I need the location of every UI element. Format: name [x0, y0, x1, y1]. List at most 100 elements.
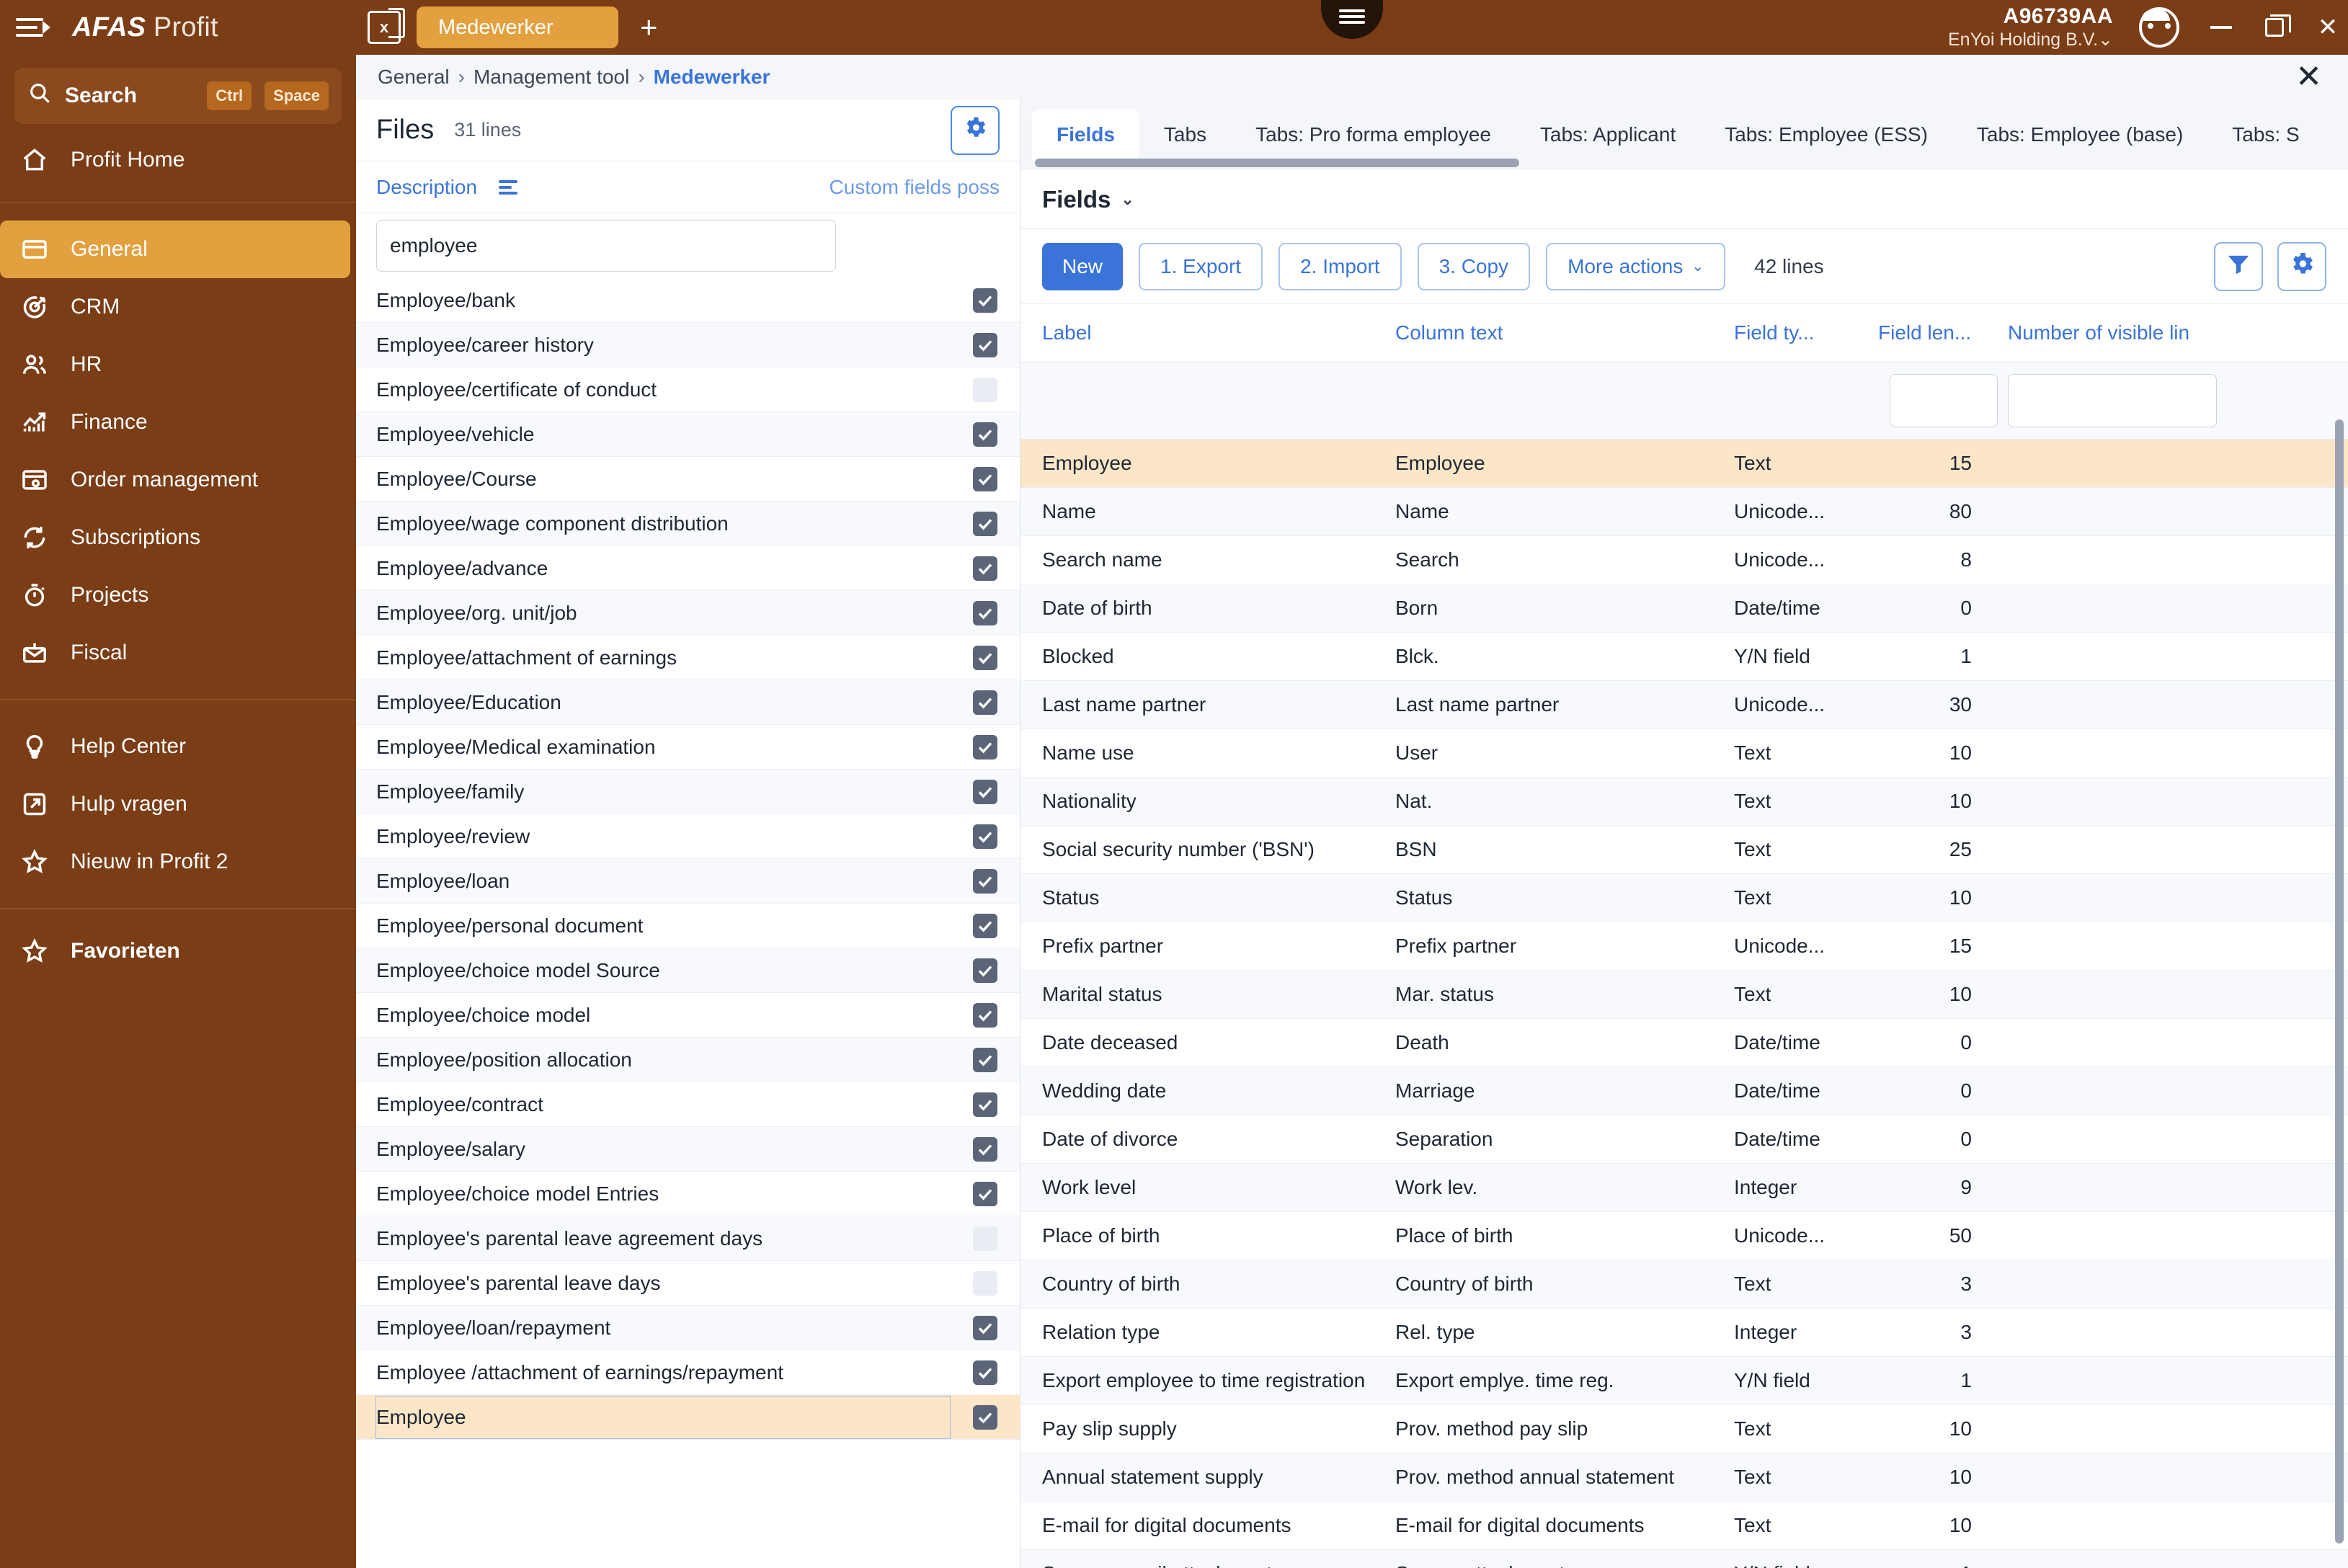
files-list-item[interactable]: Employee/choice model Entries [356, 1172, 1020, 1216]
files-list-item[interactable]: Employee/bank [356, 278, 1020, 323]
checkbox-checked-icon[interactable] [973, 332, 997, 357]
account-switcher[interactable]: A96739AA EnYoi Holding B.V.⌄ [1948, 4, 2117, 50]
export-button[interactable]: 1. Export [1139, 242, 1263, 290]
filter-button[interactable] [2214, 241, 2263, 291]
table-row[interactable]: Employee Employee Text 15 [1020, 439, 2348, 488]
breadcrumb-item-general[interactable]: General [378, 66, 450, 89]
field-length-filter-input[interactable] [1890, 374, 1998, 427]
files-list-item[interactable]: Employee/vehicle [356, 412, 1020, 457]
import-button[interactable]: 2. Import [1278, 242, 1402, 290]
checkbox-checked-icon[interactable] [973, 913, 997, 938]
sidebar-item-hr[interactable]: HR [0, 336, 356, 393]
files-list-item[interactable]: Employee/wage component distribution [356, 502, 1020, 546]
table-row[interactable]: Date of divorce Separation Date/time 0 [1020, 1115, 2348, 1164]
checkbox-checked-icon[interactable] [973, 600, 997, 625]
table-row[interactable]: Social security number ('BSN') BSN Text 25 [1020, 825, 2348, 874]
sidebar-item-subscriptions[interactable]: Subscriptions [0, 509, 356, 566]
column-header-field-type[interactable]: Field ty... [1734, 304, 1878, 362]
menu-collapse-icon[interactable] [16, 15, 50, 40]
breadcrumb-item-management-tool[interactable]: Management tool [473, 66, 629, 89]
sort-icon[interactable] [499, 179, 518, 195]
checkbox-checked-icon[interactable] [973, 734, 997, 760]
table-row[interactable]: Pay slip supply Prov. method pay slip Text… [1020, 1404, 2348, 1453]
files-list-item[interactable]: Employee/loan/repayment [356, 1306, 1020, 1350]
files-list-item[interactable]: Employee/personal document [356, 904, 1020, 948]
table-row[interactable]: Date of birth Born Date/time 0 [1020, 584, 2348, 633]
files-list-item[interactable]: Employee/loan [356, 859, 1020, 904]
sidebar-item-hulp-vragen[interactable]: Hulp vragen [0, 775, 356, 833]
checkbox-unchecked-icon[interactable] [973, 377, 997, 402]
table-row[interactable]: Nationality Nat. Text 10 [1020, 777, 2348, 826]
checkbox-checked-icon[interactable] [973, 958, 997, 983]
checkbox-checked-icon[interactable] [973, 511, 997, 536]
table-row[interactable]: Name Name Unicode... 80 [1020, 487, 2348, 536]
copy-button[interactable]: 3. Copy [1417, 242, 1531, 290]
table-row[interactable]: Name use User Text 10 [1020, 729, 2348, 778]
files-list-item[interactable]: Employee/career history [356, 323, 1020, 368]
files-list-item[interactable]: Employee/position allocation [356, 1038, 1020, 1082]
table-row[interactable]: Last name partner Last name partner Unicod… [1020, 680, 2348, 729]
table-row[interactable]: Work level Work lev. Integer 9 [1020, 1163, 2348, 1212]
files-list-item[interactable]: Employee/org. unit/job [356, 591, 1020, 636]
breadcrumb-item-medewerker[interactable]: Medewerker [654, 66, 770, 89]
table-row[interactable]: Wedding date Marriage Date/time 0 [1020, 1066, 2348, 1115]
table-row[interactable]: Prefix partner Prefix partner Unicode... 15 [1020, 922, 2348, 971]
column-header-visible-lines[interactable]: Number of visible lin [2008, 304, 2348, 362]
sidebar-item-general[interactable]: General [0, 220, 350, 278]
new-button[interactable]: New [1042, 242, 1124, 290]
checkbox-checked-icon[interactable] [973, 1360, 997, 1385]
add-tab-button[interactable]: + [631, 12, 667, 43]
avatar[interactable] [2139, 7, 2179, 48]
checkbox-checked-icon[interactable] [973, 645, 997, 670]
checkbox-checked-icon[interactable] [973, 1404, 997, 1430]
files-list-item[interactable]: Employee/advance [356, 546, 1020, 591]
table-row[interactable]: Place of birth Place of birth Unicode... 50 [1020, 1211, 2348, 1260]
tab-tabs-employee-ess[interactable]: Tabs: Employee (ESS) [1700, 110, 1952, 160]
files-list-item[interactable]: Employee [356, 1395, 1020, 1440]
tab-tabs-employee-base[interactable]: Tabs: Employee (base) [1952, 110, 2207, 160]
sidebar-item-profit-home[interactable]: Profit Home [0, 131, 356, 189]
sidebar-item-help-center[interactable]: Help Center [0, 718, 356, 775]
table-row[interactable]: Export employee to time registration Expo… [1020, 1356, 2348, 1405]
sidebar-item-favorieten[interactable]: Favorieten [0, 922, 356, 980]
files-list-item[interactable]: Employee/Medical examination [356, 725, 1020, 770]
files-column-custom-fields[interactable]: Custom fields poss [829, 176, 1000, 199]
column-header-field-length[interactable]: Field len... [1878, 304, 2008, 362]
checkbox-checked-icon[interactable] [973, 1315, 997, 1340]
sidebar-item-nieuw-in-profit[interactable]: Nieuw in Profit 2 [0, 833, 356, 891]
search-button[interactable]: Search Ctrl Space [14, 68, 342, 124]
tab-fields[interactable]: Fields [1032, 110, 1139, 160]
checkbox-checked-icon[interactable] [973, 466, 997, 491]
close-icon[interactable]: ✕ [2295, 61, 2322, 93]
checkbox-checked-icon[interactable] [973, 288, 997, 313]
sidebar-item-crm[interactable]: CRM [0, 278, 356, 336]
checkbox-checked-icon[interactable] [973, 556, 997, 581]
column-header-label[interactable]: Label [1020, 304, 1395, 362]
window-maximize-button[interactable] [2254, 7, 2295, 48]
window-tab-medewerker[interactable]: Medewerker [417, 6, 618, 48]
checkbox-checked-icon[interactable] [973, 1002, 997, 1028]
files-list-item[interactable]: Employee's parental leave days [356, 1261, 1020, 1306]
fields-grid-scrollbar[interactable] [2335, 419, 2344, 1544]
files-list-item[interactable]: Employee/certificate of conduct [356, 368, 1020, 412]
column-header-column-text[interactable]: Column text [1395, 304, 1734, 362]
checkbox-checked-icon[interactable] [973, 868, 997, 894]
files-column-description[interactable]: Description [376, 176, 477, 199]
checkbox-checked-icon[interactable] [973, 1136, 997, 1162]
table-row[interactable]: Blocked Blck. Y/N field 1 [1020, 632, 2348, 681]
checkbox-unchecked-icon[interactable] [973, 1270, 997, 1296]
files-list-item[interactable]: Employee/choice model [356, 993, 1020, 1038]
sidebar-item-fiscal[interactable]: Fiscal [0, 624, 356, 682]
sidebar-item-order-management[interactable]: Order management [0, 451, 356, 509]
checkbox-checked-icon[interactable] [973, 690, 997, 715]
table-row[interactable]: E-mail for digital documents E-mail for d… [1020, 1501, 2348, 1550]
quick-menu-button[interactable] [1321, 0, 1383, 39]
files-filter-input[interactable] [376, 220, 836, 272]
tab-tabs-pro-forma-employee[interactable]: Tabs: Pro forma employee [1231, 110, 1516, 160]
checkbox-checked-icon[interactable] [973, 422, 997, 447]
table-row[interactable]: Annual statement supply Prov. method annu… [1020, 1453, 2348, 1502]
more-actions-button[interactable]: More actions ⌄ [1546, 242, 1726, 290]
window-close-button[interactable]: ✕ [2308, 7, 2348, 48]
table-row[interactable]: Secure e-mail attachmentsSecure attachme… [1020, 1549, 2348, 1568]
sidebar-item-finance[interactable]: Finance [0, 393, 356, 451]
